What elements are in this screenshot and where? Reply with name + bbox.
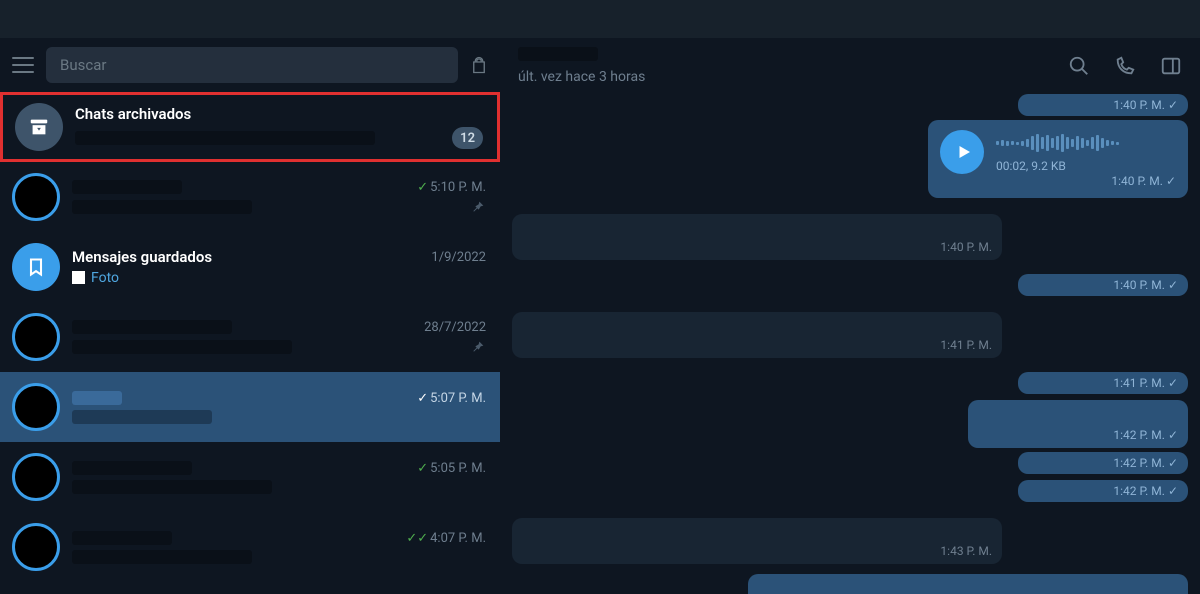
chat-time: ✓5:05 P. M. [417,461,486,476]
sidebar-toggle-icon[interactable] [1160,55,1182,77]
archived-count-badge: 12 [452,127,483,149]
message-out[interactable] [748,574,1188,594]
redacted-text [72,550,252,564]
check-icon: ✓ [1168,484,1178,498]
search-icon[interactable] [1068,55,1090,77]
chat-time: ✓5:10 P. M. [417,180,486,195]
chat-preview: Foto [72,270,119,286]
check-icon: ✓ [1168,428,1178,442]
message-out[interactable]: 1:42 P. M.✓ [1018,452,1188,474]
chat-row[interactable]: 28/7/2022 [0,302,500,372]
pin-icon [470,339,486,355]
bookmark-icon [12,243,60,291]
chat-time: ✓✓4:07 P. M. [406,531,486,546]
message-out[interactable]: 1:42 P. M.✓ [968,400,1188,448]
search-input[interactable]: Buscar [46,47,458,83]
message-time: 1:41 P. M. [940,338,992,352]
message-out[interactable]: 1:41 P. M.✓ [1018,372,1188,394]
check-icon: ✓ [1168,456,1178,470]
message-out[interactable]: 1:42 P. M.✓ [1018,480,1188,502]
redacted-text [518,47,598,61]
chat-row[interactable]: ✓5:10 P. M. [0,162,500,232]
chat-header: últ. vez hace 3 horas [500,38,1200,94]
chat-time: 1/9/2022 [431,250,486,265]
message-out[interactable]: 1:40 P. M.✓ [1018,274,1188,296]
menu-icon[interactable] [12,57,34,73]
archived-label: Chats archivados [75,105,191,123]
redacted-text [72,180,182,194]
chat-time: 28/7/2022 [424,320,486,335]
play-button[interactable] [940,130,984,174]
search-placeholder: Buscar [60,56,106,74]
redacted-text [72,410,212,424]
redacted-text [72,461,192,475]
sidebar: Buscar Chats archivados 12 [0,38,500,593]
check-icon: ✓ [417,461,428,476]
avatar [12,173,60,221]
pin-icon [470,199,486,215]
chat-row[interactable]: ✓5:05 P. M. [0,442,500,512]
check-icon: ✓ [417,391,428,406]
archive-icon [15,103,63,151]
voice-meta: 00:02, 9.2 KB [996,159,1119,173]
avatar [12,453,60,501]
message-time: 1:42 P. M.✓ [1028,456,1178,470]
last-seen-status: últ. vez hace 3 horas [518,69,645,85]
message-in[interactable]: 1:41 P. M. [512,312,1002,358]
message-time: 1:42 P. M.✓ [1028,484,1178,498]
archived-chats-row[interactable]: Chats archivados 12 [0,92,500,162]
avatar [12,313,60,361]
redacted-text [75,131,375,145]
chat-pane: últ. vez hace 3 horas 1:40 P. M.✓ [500,38,1200,593]
message-time: 1:40 P. M.✓ [1028,98,1178,112]
check-icon: ✓ [1168,376,1178,390]
message-time: 1:40 P. M.✓ [940,174,1176,188]
chat-row[interactable]: ✓✓4:07 P. M. [0,512,500,582]
saved-label: Mensajes guardados [72,248,212,266]
call-icon[interactable] [1114,55,1136,77]
message-time: 1:40 P. M. [940,240,992,254]
double-check-icon: ✓✓ [406,531,428,546]
message-time: 1:41 P. M.✓ [1028,376,1178,390]
check-icon: ✓ [1166,174,1176,188]
redacted-text [72,320,232,334]
photo-thumb-icon [72,271,85,284]
redacted-text [72,480,272,494]
avatar [12,523,60,571]
check-icon: ✓ [1168,98,1178,112]
message-time: 1:40 P. M.✓ [1028,278,1178,292]
titlebar [0,0,1200,38]
message-time: 1:43 P. M. [940,544,992,558]
chat-list: Chats archivados 12 ✓5:10 P. M. [0,92,500,593]
message-out[interactable]: 1:40 P. M.✓ [1018,94,1188,116]
redacted-text [72,531,172,545]
check-icon: ✓ [1168,278,1178,292]
check-icon: ✓ [417,180,428,195]
avatar [12,383,60,431]
chat-row[interactable]: ✓5:07 P. M. [0,372,500,442]
message-list: 1:40 P. M.✓ 00:02, 9.2 KB 1:40 P. M.✓ [500,94,1200,593]
redacted-text [72,340,292,354]
redacted-text [72,391,122,405]
redacted-text [72,200,252,214]
message-in[interactable]: 1:40 P. M. [512,214,1002,260]
waveform[interactable] [996,131,1119,155]
voice-message[interactable]: 00:02, 9.2 KB 1:40 P. M.✓ [928,120,1188,198]
message-in[interactable]: 1:43 P. M. [512,518,1002,564]
chat-time: ✓5:07 P. M. [417,391,486,406]
lock-icon[interactable] [470,56,488,74]
saved-messages-row[interactable]: Mensajes guardados 1/9/2022 Foto [0,232,500,302]
message-time: 1:42 P. M.✓ [1113,428,1178,442]
